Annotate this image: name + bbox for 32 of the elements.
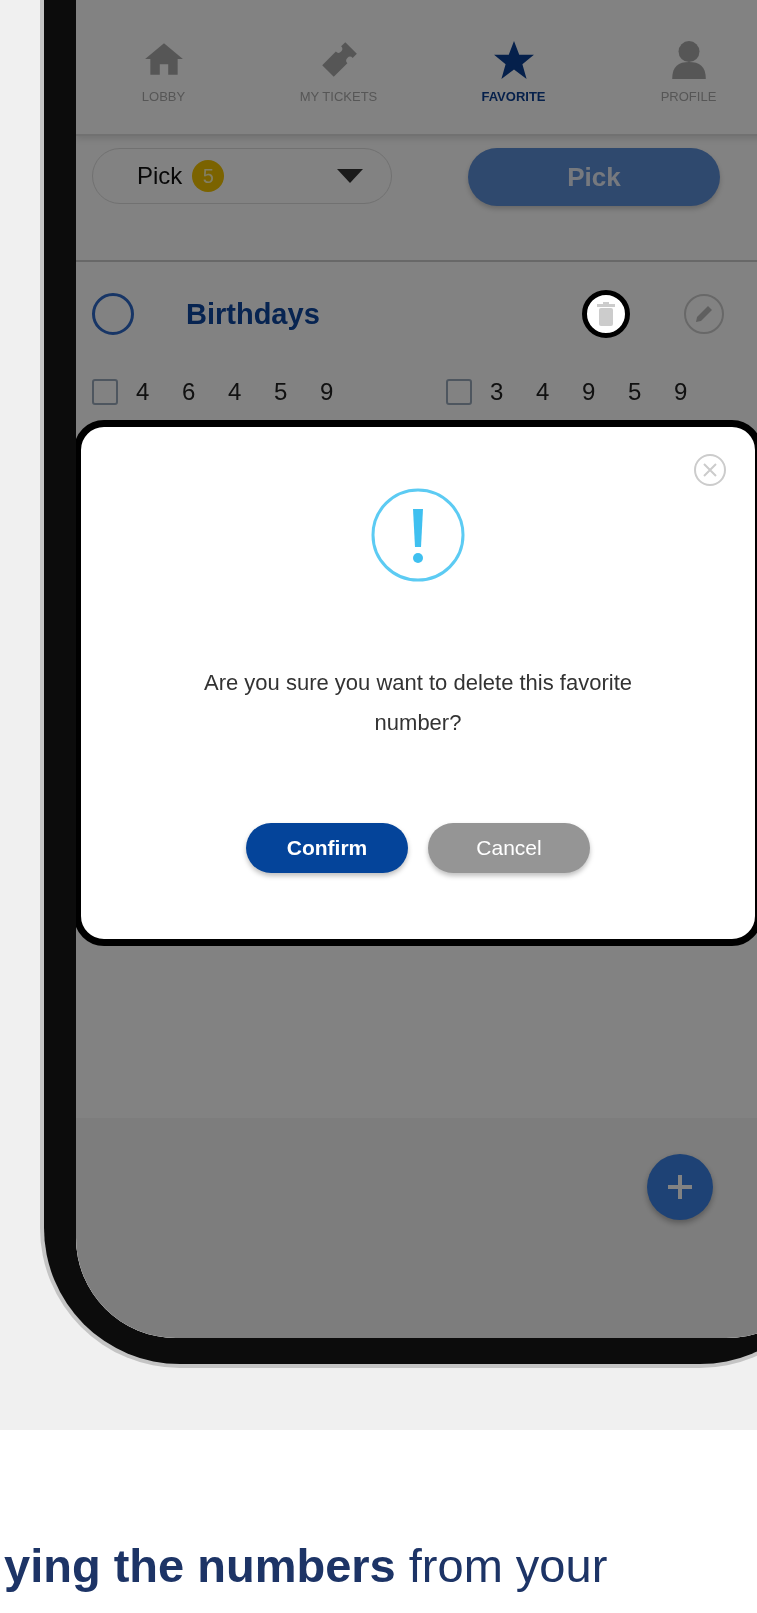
trash-icon — [597, 302, 615, 326]
pencil-icon — [693, 303, 715, 325]
plus-icon — [666, 1173, 694, 1201]
cancel-button[interactable]: Cancel — [428, 823, 590, 873]
number: 4 — [228, 378, 243, 406]
add-button[interactable] — [647, 1154, 713, 1220]
confirm-button[interactable]: Confirm — [246, 823, 408, 873]
number: 9 — [674, 378, 689, 406]
number: 9 — [320, 378, 335, 406]
pick-button[interactable]: Pick — [468, 148, 720, 206]
dialog-message: Are you sure you want to delete this favorite number? — [203, 669, 633, 737]
delete-button[interactable] — [582, 290, 630, 338]
checkbox[interactable] — [446, 379, 472, 405]
close-icon — [693, 453, 727, 487]
count-badge: 5 — [192, 160, 225, 192]
number: 6 — [182, 378, 197, 406]
number: 5 — [628, 378, 643, 406]
alert-icon — [370, 487, 466, 583]
pick-dropdown[interactable]: Pick 5 — [92, 148, 392, 204]
close-button[interactable] — [693, 453, 727, 487]
number: 9 — [582, 378, 597, 406]
number: 3 — [490, 378, 505, 406]
number: 4 — [536, 378, 551, 406]
edit-button[interactable] — [684, 294, 724, 334]
caption-text: ying the numbers from your — [3, 1538, 609, 1593]
number: 5 — [274, 378, 289, 406]
number: 4 — [136, 378, 151, 406]
nav-tab[interactable]: FAVORITE — [426, 0, 601, 134]
radio-button[interactable] — [92, 293, 134, 335]
caret-icon — [337, 169, 363, 183]
favorite-name: Birthdays — [186, 297, 320, 331]
checkbox[interactable] — [92, 379, 118, 405]
